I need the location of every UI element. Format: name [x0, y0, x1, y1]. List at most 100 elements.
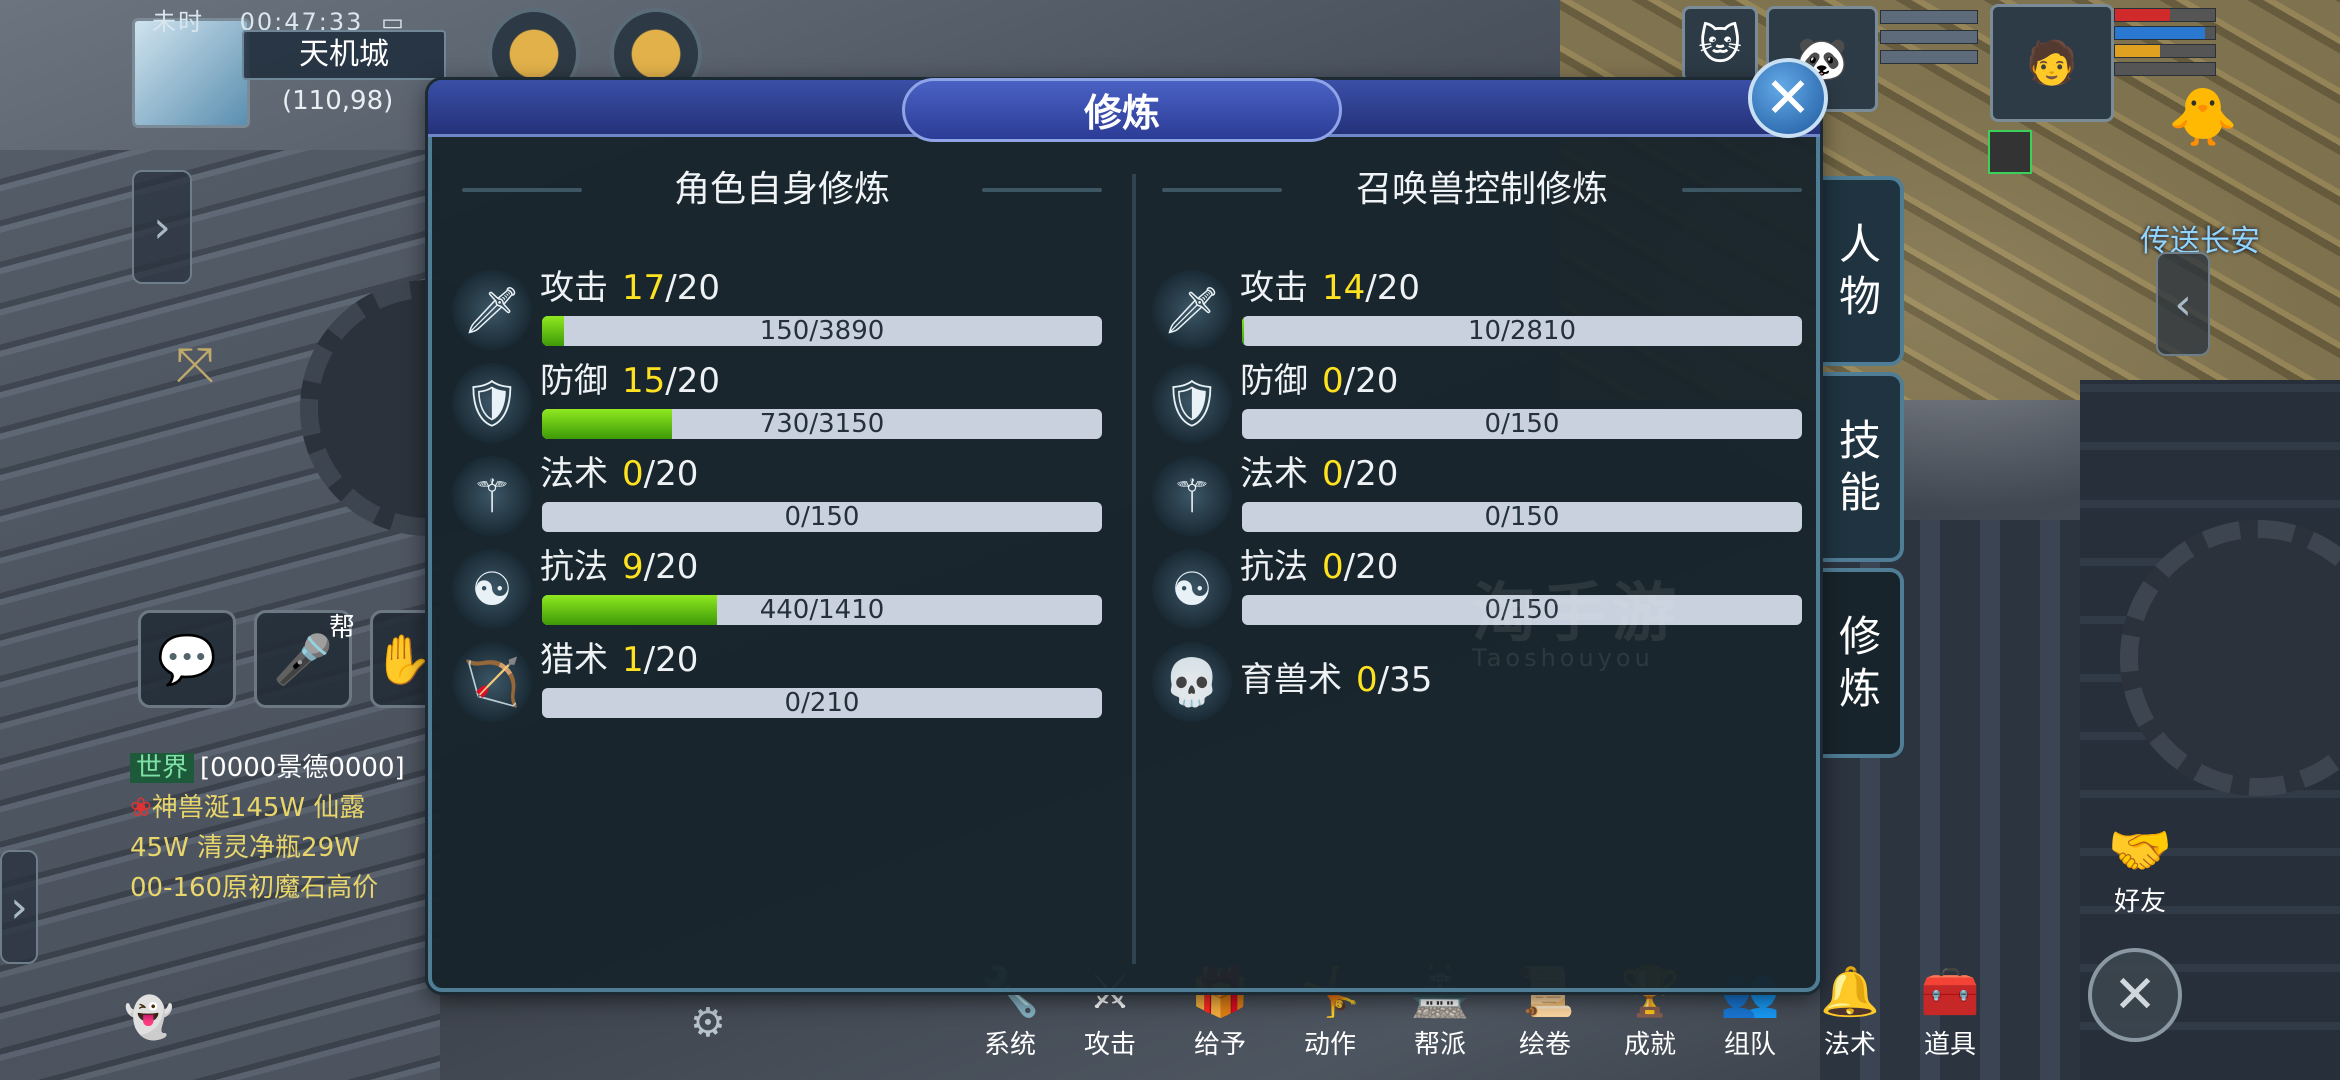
- training-max-level: /20: [643, 640, 699, 680]
- close-icon[interactable]: ✕: [1748, 58, 1828, 138]
- training-progress-bar: 10/2810: [1242, 316, 1802, 346]
- player-exp-bar: [2114, 62, 2216, 76]
- training-max-level: /20: [665, 268, 720, 308]
- ghost-icon[interactable]: 👻: [124, 994, 174, 1041]
- beast-skull-icon: 💀: [1152, 642, 1232, 722]
- training-name: 防御: [1240, 361, 1308, 401]
- progress-text: 10/2810: [1467, 316, 1576, 346]
- sword-icon: 🗡: [1152, 270, 1232, 350]
- training-label: 法术 0/20: [1240, 450, 1398, 498]
- status-effect-icon[interactable]: [1988, 130, 2032, 174]
- training-max-level: /20: [1343, 361, 1399, 401]
- training-progress-bar: 150/3890: [542, 316, 1102, 346]
- training-row[interactable]: 🏹 猎术 1/20 0/210: [452, 636, 1112, 728]
- training-level: 0: [1356, 660, 1378, 700]
- training-label: 育兽术 0/35: [1240, 656, 1432, 704]
- shield-icon: 🛡: [1152, 363, 1232, 443]
- location-widget[interactable]: 未时 00:47:33 ▭ 天机城 (110,98): [132, 0, 452, 128]
- chat-text: 00-160原初魔石高价: [130, 873, 379, 903]
- player-mp-bar: [2114, 26, 2216, 40]
- chat-bubble-icon[interactable]: 💬: [138, 610, 236, 708]
- toolbar-label: 动作: [1303, 1030, 1356, 1060]
- progress-text: 0/210: [784, 688, 860, 718]
- microphone-icon[interactable]: 🎤 帮: [254, 610, 355, 708]
- player-portrait[interactable]: 🧑: [1990, 4, 2114, 122]
- pet-cat-icon[interactable]: 🐱: [1682, 6, 1758, 82]
- progress-text: 0/150: [784, 502, 860, 532]
- training-row[interactable]: 🗡 攻击 17/20 150/3890: [452, 264, 1112, 356]
- progress-text: 0/150: [1484, 409, 1560, 439]
- watermark: 淘手游: [1472, 577, 1682, 651]
- training-progress-bar: 730/3150: [542, 409, 1102, 439]
- tab-character[interactable]: 人物: [1820, 176, 1904, 366]
- training-max-level: /20: [643, 454, 699, 494]
- toolbar-close-icon[interactable]: ✕: [2088, 948, 2182, 1042]
- training-progress-bar: 0/150: [1242, 409, 1802, 439]
- friends-button[interactable]: 🤝 好友: [2090, 820, 2190, 918]
- training-row[interactable]: ⚚ 法术 0/20 0/150: [1152, 450, 1812, 542]
- shield-icon: 🛡: [452, 363, 532, 443]
- training-label: 抗法 9/20: [540, 543, 698, 591]
- staff-icon: ⚚: [452, 456, 532, 536]
- toolbar-label: 法术: [1823, 1030, 1876, 1060]
- training-level: 0: [1322, 454, 1344, 494]
- progress-text: 0/150: [1484, 502, 1560, 532]
- collapse-right-arrow-icon[interactable]: ‹: [2156, 252, 2210, 356]
- tab-label: 人物: [1838, 220, 1881, 321]
- chat-line: ❀神兽涎145W 仙露: [130, 793, 366, 823]
- chick-mascot-icon[interactable]: 🐥: [2168, 84, 2238, 150]
- tab-label: 技能: [1838, 416, 1881, 517]
- tab-training[interactable]: 修炼: [1820, 568, 1904, 758]
- chat-expand-arrow-icon[interactable]: ›: [0, 850, 38, 964]
- training-level: 0: [622, 454, 644, 494]
- training-level: 0: [1322, 547, 1344, 587]
- emote-icon[interactable]: ✋: [370, 610, 436, 708]
- training-row[interactable]: 🗡 攻击 14/20 10/2810: [1152, 264, 1812, 356]
- chat-line: 00-160原初魔石高价: [130, 868, 430, 908]
- self-training-heading: 角色自身修炼: [452, 160, 1112, 220]
- time-period: 未时: [152, 8, 204, 36]
- tab-skills[interactable]: 技能: [1820, 372, 1904, 562]
- progress-text: 730/3150: [759, 409, 885, 439]
- sword-icon: 🗡: [452, 270, 532, 350]
- training-name: 攻击: [540, 268, 608, 308]
- training-level: 9: [622, 547, 644, 587]
- training-progress-bar: 0/210: [542, 688, 1102, 718]
- training-row[interactable]: 🛡 防御 0/20 0/150: [1152, 357, 1812, 449]
- toolbar-label: 绘卷: [1518, 1030, 1571, 1060]
- location-name[interactable]: 天机城: [242, 30, 446, 80]
- training-name: 抗法: [1240, 547, 1308, 587]
- yin-yang-icon: ☯: [452, 549, 532, 629]
- training-label: 法术 0/20: [540, 450, 698, 498]
- training-label: 攻击 14/20: [1240, 264, 1420, 312]
- expand-left-arrow-icon[interactable]: ›: [132, 170, 192, 284]
- training-name: 攻击: [1240, 268, 1308, 308]
- training-row[interactable]: ⚚ 法术 0/20 0/150: [452, 450, 1112, 542]
- training-label: 抗法 0/20: [1240, 543, 1398, 591]
- pet-exp-bar: [1880, 50, 1978, 64]
- toolbar-label: 系统: [983, 1030, 1036, 1060]
- chat-line: 45W 清灵净瓶29W: [130, 828, 430, 868]
- training-max-level: /20: [1343, 454, 1399, 494]
- chat-log[interactable]: 世界 [0000景德0000] ❀神兽涎145W 仙露 45W 清灵净瓶29W 0…: [130, 748, 430, 908]
- training-level: 14: [1322, 268, 1366, 308]
- chat-text: [0000景德0000]: [200, 753, 405, 783]
- panel-title: 修炼: [902, 78, 1342, 142]
- toolbar-items[interactable]: 🧰 道具: [1900, 960, 2000, 1061]
- toolbar-label: 成就: [1623, 1030, 1676, 1060]
- handshake-icon: 🤝: [2107, 821, 2173, 881]
- yin-yang-icon: ☯: [1152, 549, 1232, 629]
- friends-label: 好友: [2113, 887, 2166, 917]
- training-row[interactable]: ☯ 抗法 9/20 440/1410: [452, 543, 1112, 635]
- chat-line: 世界 [0000景德0000]: [130, 748, 430, 788]
- training-max-level: /35: [1377, 660, 1433, 700]
- training-row[interactable]: 🛡 防御 15/20 730/3150: [452, 357, 1112, 449]
- toolbar-label: 给予: [1193, 1030, 1246, 1060]
- training-level: 15: [622, 361, 666, 401]
- training-name: 法术: [540, 454, 608, 494]
- training-panel: 修炼 ✕ 角色自身修炼 🗡 攻击 17/20 150/3890 🛡 防御 15/20 730/…: [428, 58, 1828, 992]
- training-progress-bar: 440/1410: [542, 595, 1102, 625]
- fullscreen-arrows-icon[interactable]: ⤧: [160, 330, 230, 400]
- toolbar-label: 帮派: [1413, 1030, 1466, 1060]
- coordinates: (110,98): [282, 86, 394, 116]
